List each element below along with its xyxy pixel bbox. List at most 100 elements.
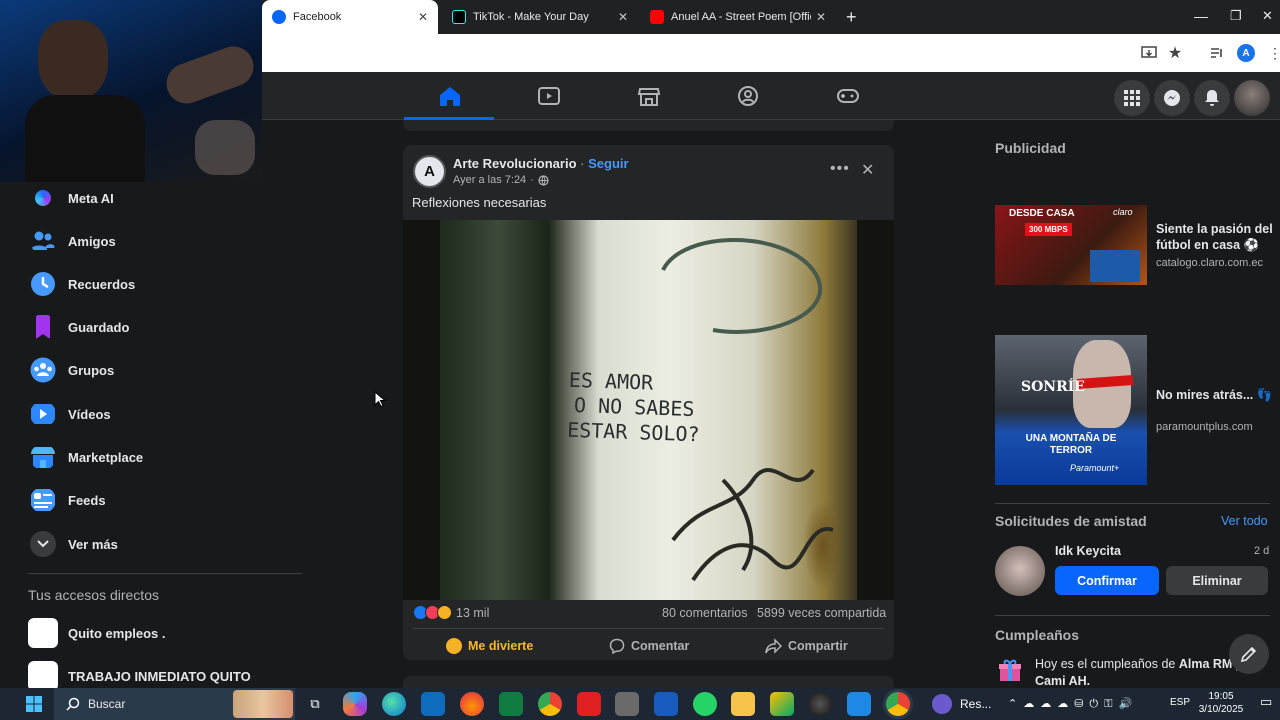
menu-dots-icon[interactable]: ⋮ <box>1266 44 1280 62</box>
gaming-nav-icon[interactable] <box>836 85 860 107</box>
comment-button[interactable]: Comentar <box>609 636 689 656</box>
clipboard-icon[interactable] <box>615 692 639 716</box>
close-tab-icon[interactable]: ✕ <box>418 10 428 24</box>
install-app-icon[interactable] <box>1140 44 1158 62</box>
groups-nav-icon[interactable] <box>736 85 760 107</box>
post-image[interactable]: ES AMOR O NO SABES ESTAR SOLO? <box>403 220 894 600</box>
restore-icon[interactable]: ❐ <box>1230 8 1242 24</box>
tab-facebook[interactable]: Facebook ✕ <box>262 0 438 34</box>
minimize-icon[interactable]: — <box>1194 8 1208 24</box>
request-avatar[interactable] <box>995 546 1045 596</box>
tab-youtube[interactable]: Anuel AA - Street Poem [Offici ✕ <box>640 0 836 34</box>
notifications-button[interactable] <box>1194 80 1230 116</box>
taskbar-app-running[interactable]: Res... <box>932 688 1000 720</box>
sidebar-item-feeds[interactable]: Feeds <box>30 480 106 520</box>
app-icon[interactable] <box>770 692 794 716</box>
sidebar-item-marketplace[interactable]: Marketplace <box>30 437 143 477</box>
request-name[interactable]: Idk Keycita <box>1055 544 1121 558</box>
app-icon[interactable] <box>847 692 871 716</box>
taskbar-search[interactable]: Buscar <box>54 688 295 720</box>
profile-avatar[interactable]: A <box>1237 44 1255 62</box>
sidebar-item-label: Grupos <box>68 362 115 378</box>
globe-icon <box>538 174 549 186</box>
outlook-icon[interactable] <box>421 692 445 716</box>
ad-image-text: DESDE CASA <box>1009 208 1075 219</box>
confirm-button[interactable]: Confirmar <box>1055 566 1159 595</box>
ad-domain[interactable]: catalogo.claro.com.ec <box>1156 257 1263 269</box>
file-explorer-icon[interactable] <box>731 692 755 716</box>
post-author[interactable]: Arte Revolucionario <box>453 156 577 171</box>
reaction-summary[interactable]: 13 mil <box>413 605 489 620</box>
sidebar-item-meta-ai[interactable]: Meta AI <box>30 178 114 218</box>
group-thumbnail <box>28 618 58 648</box>
app-label: Res... <box>960 697 992 711</box>
system-tray-icons[interactable]: ⌃☁☁☁⛁⏻⚿🔊 <box>1008 697 1138 711</box>
sidebar-item-ver-mas[interactable]: Ver más <box>30 524 118 564</box>
new-message-button[interactable] <box>1229 634 1269 674</box>
follow-link[interactable]: Seguir <box>588 156 628 171</box>
facebook-icon <box>272 10 286 24</box>
sidebar-item-videos[interactable]: Vídeos <box>30 394 111 434</box>
chevron-down-icon <box>30 531 56 557</box>
tab-tiktok[interactable]: TikTok - Make Your Day ✕ <box>442 0 638 34</box>
obs-icon[interactable] <box>808 692 832 716</box>
bookmark-star-icon[interactable]: ★ <box>1166 44 1184 62</box>
delete-button[interactable]: Eliminar <box>1166 566 1268 595</box>
messenger-button[interactable] <box>1154 80 1190 116</box>
word-icon[interactable] <box>654 692 678 716</box>
wps-icon[interactable] <box>577 692 601 716</box>
sidebar-item-amigos[interactable]: Amigos <box>30 221 116 261</box>
sidebar-item-label: Amigos <box>68 233 116 249</box>
comment-count[interactable]: 80 comentarios <box>662 606 747 620</box>
ad-image-text: 300 MBPS <box>1025 223 1072 236</box>
ad-image-paramount[interactable]: SONRÍE UNA MONTAÑA DE TERROR Paramount+ <box>995 335 1147 485</box>
hide-post-icon[interactable]: ✕ <box>861 160 874 180</box>
media-controls-icon[interactable] <box>1208 44 1226 62</box>
notification-center-icon[interactable]: ▭ <box>1260 694 1272 710</box>
ad-title[interactable]: Siente la pasión del fútbol en casa ⚽ <box>1156 221 1274 253</box>
share-count[interactable]: 5899 veces compartida <box>757 606 886 620</box>
more-options-icon[interactable]: ••• <box>830 160 850 178</box>
tiktok-icon <box>452 10 466 24</box>
chrome-active-icon[interactable] <box>886 692 910 716</box>
page-avatar[interactable]: A <box>413 155 446 188</box>
close-tab-icon[interactable]: ✕ <box>618 10 628 24</box>
account-avatar[interactable] <box>1234 80 1270 116</box>
video-nav-icon[interactable] <box>537 85 561 107</box>
see-all-link[interactable]: Ver todo <box>1221 514 1268 528</box>
close-window-icon[interactable]: ✕ <box>1262 8 1273 24</box>
reaction-count: 13 mil <box>456 605 490 620</box>
app-icon <box>932 694 952 714</box>
marketplace-nav-icon[interactable] <box>637 85 661 107</box>
streamer-head <box>38 20 108 100</box>
edge-icon[interactable] <box>382 692 406 716</box>
close-tab-icon[interactable]: ✕ <box>816 10 826 24</box>
excel-icon[interactable] <box>499 692 523 716</box>
ad-domain[interactable]: paramountplus.com <box>1156 421 1253 433</box>
new-tab-button[interactable]: + <box>846 7 857 28</box>
sidebar-item-label: Recuerdos <box>68 276 136 292</box>
ad-title[interactable]: No mires atrás... 👣 <box>1156 387 1274 403</box>
whatsapp-icon[interactable] <box>693 692 717 716</box>
post-time[interactable]: Ayer a las 7:24 <box>453 174 526 186</box>
friends-icon <box>31 231 55 250</box>
sidebar-item-recuerdos[interactable]: Recuerdos <box>30 264 135 304</box>
shortcut-quito-empleos[interactable]: Quito empleos . <box>28 613 166 653</box>
copilot-icon[interactable] <box>343 692 367 716</box>
windows-start-icon[interactable] <box>26 696 42 712</box>
paramount-logo: Paramount+ <box>1070 463 1120 473</box>
menu-grid-button[interactable] <box>1114 80 1150 116</box>
ad-image-claro[interactable]: DESDE CASA 300 MBPS claro <box>995 205 1147 285</box>
marketplace-icon <box>31 447 55 468</box>
home-icon[interactable] <box>438 85 462 107</box>
sidebar-item-grupos[interactable]: Grupos <box>30 350 114 390</box>
task-view-icon[interactable]: ⧉ <box>303 692 327 716</box>
clock[interactable]: 19:05 3/10/2025 <box>1198 690 1244 716</box>
language-indicator[interactable]: ESP <box>1170 697 1190 708</box>
share-button[interactable]: Compartir <box>765 636 848 656</box>
react-button[interactable]: Me divierte <box>446 636 533 656</box>
sidebar-item-guardado[interactable]: Guardado <box>30 307 129 347</box>
chrome-icon[interactable] <box>538 692 562 716</box>
firefox-icon[interactable] <box>460 692 484 716</box>
graffiti-loop <box>661 238 823 334</box>
